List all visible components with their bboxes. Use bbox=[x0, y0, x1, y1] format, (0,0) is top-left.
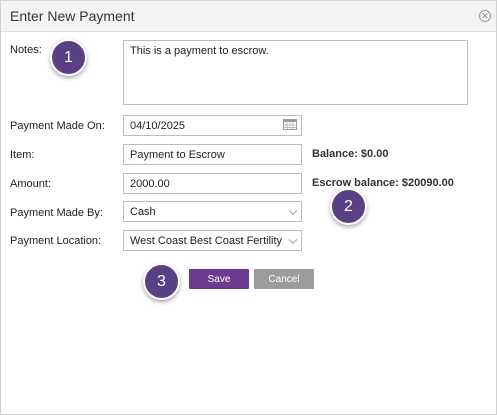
payment-location-value: West Coast Best Coast Fertility bbox=[130, 234, 283, 247]
step-marker-2: 2 bbox=[330, 188, 367, 225]
payment-method-value: Cash bbox=[130, 205, 156, 218]
save-button[interactable]: Save bbox=[189, 269, 249, 289]
step-marker-1: 1 bbox=[50, 39, 87, 76]
balance-text: Balance: $0.00 bbox=[312, 148, 389, 160]
chevron-down-icon bbox=[288, 235, 298, 244]
dialog-titlebar: Enter New Payment ✕ bbox=[1, 1, 496, 32]
payment-made-by-label: Payment Made By: bbox=[10, 207, 103, 219]
amount-label: Amount: bbox=[10, 178, 51, 190]
enter-payment-dialog: Enter New Payment ✕ Notes: This is a pay… bbox=[0, 0, 497, 415]
step-marker-3: 3 bbox=[143, 263, 180, 300]
notes-label: Notes: bbox=[10, 44, 42, 56]
calendar-icon[interactable] bbox=[283, 119, 297, 130]
payment-date-input[interactable]: 04/10/2025 bbox=[123, 115, 302, 136]
payment-made-on-label: Payment Made On: bbox=[10, 120, 105, 132]
item-label: Item: bbox=[10, 149, 35, 161]
payment-date-value: 04/10/2025 bbox=[130, 119, 186, 132]
dialog-title: Enter New Payment bbox=[10, 8, 135, 24]
notes-textarea[interactable]: This is a payment to escrow. bbox=[123, 40, 468, 105]
chevron-down-icon bbox=[288, 206, 298, 215]
payment-location-label: Payment Location: bbox=[10, 235, 102, 247]
cancel-button[interactable]: Cancel bbox=[254, 269, 314, 289]
item-input[interactable]: Payment to Escrow bbox=[123, 144, 302, 165]
close-icon[interactable]: ✕ bbox=[479, 10, 491, 22]
escrow-balance-text: Escrow balance: $20090.00 bbox=[312, 177, 454, 189]
payment-location-select[interactable]: West Coast Best Coast Fertility bbox=[123, 230, 302, 251]
payment-method-select[interactable]: Cash bbox=[123, 201, 302, 222]
amount-input[interactable]: 2000.00 bbox=[123, 173, 302, 194]
